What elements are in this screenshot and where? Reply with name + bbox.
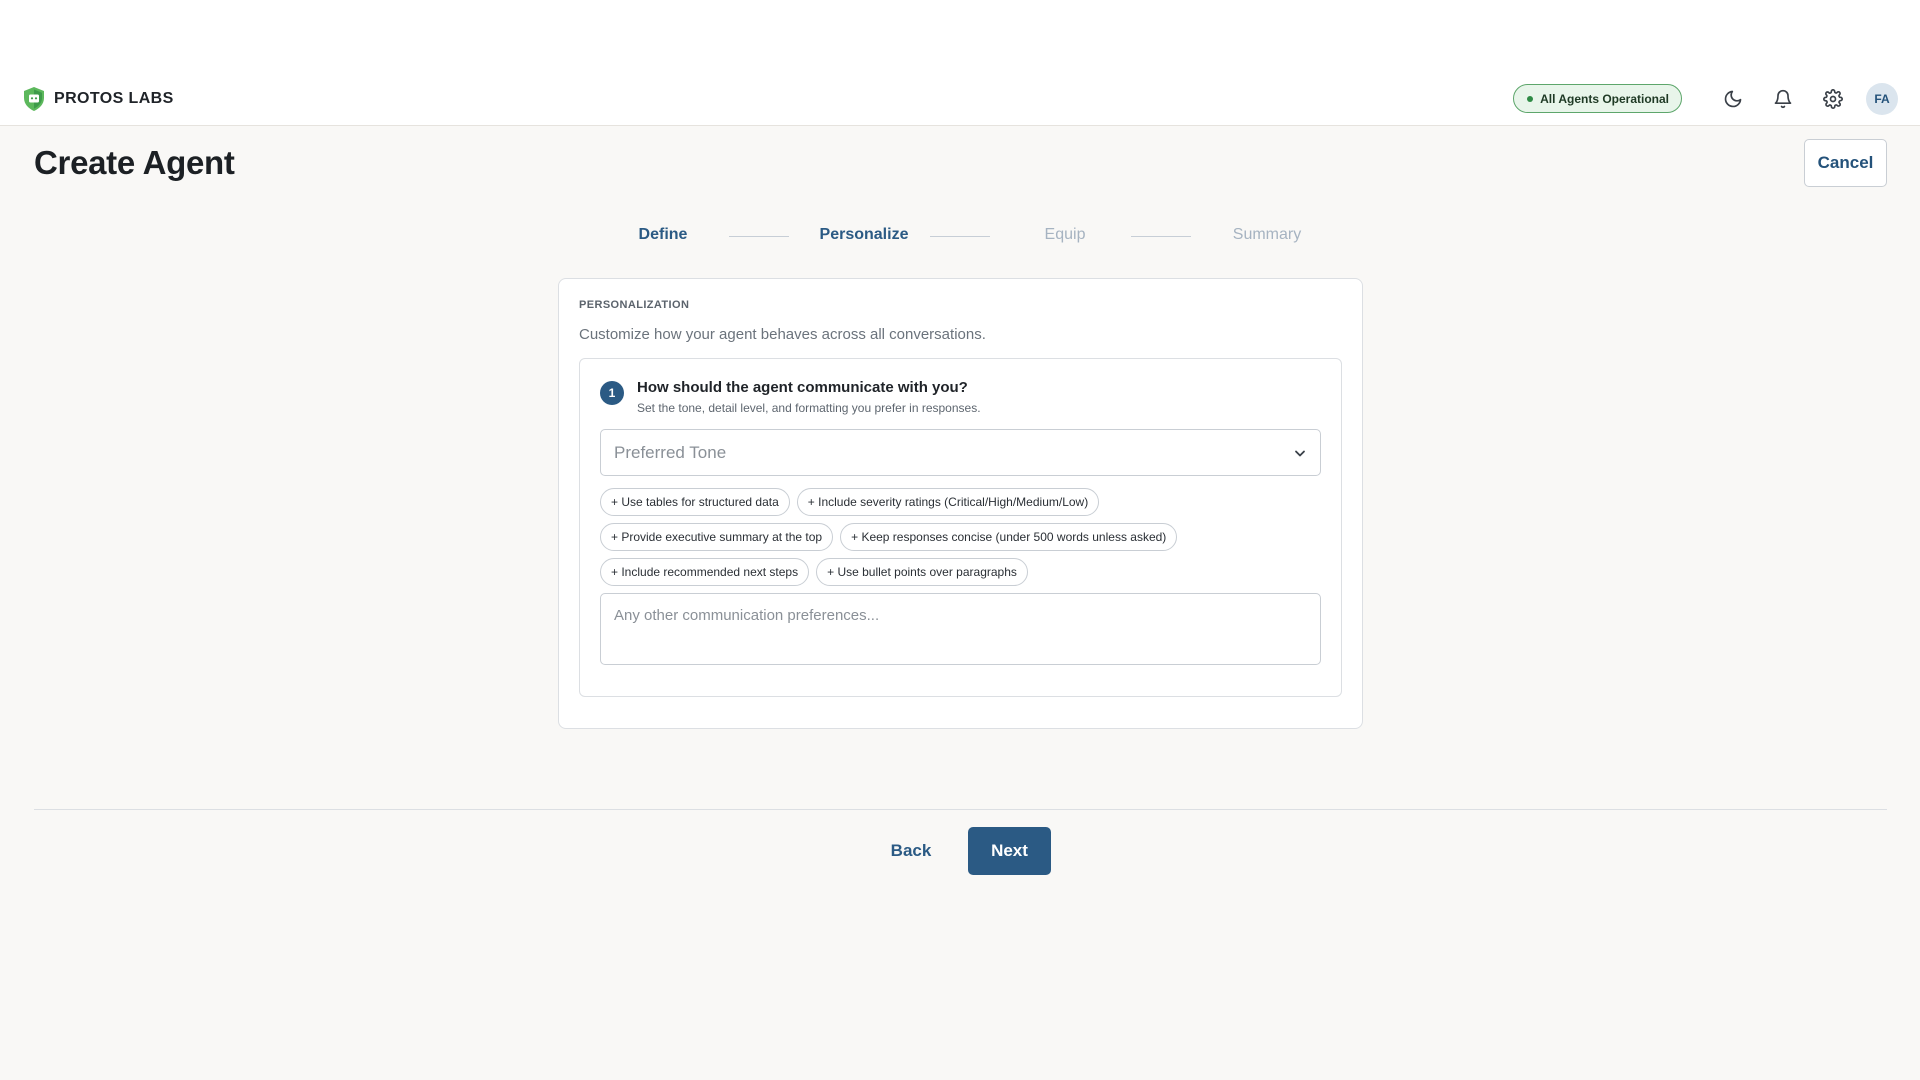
select-placeholder: Preferred Tone [614, 442, 727, 462]
brand[interactable]: PROTOS LABS [22, 86, 174, 112]
step-connector [930, 236, 990, 237]
section-description: Customize how your agent behaves across … [579, 326, 986, 343]
step-summary: Summary [1232, 226, 1302, 243]
top-blank-area [0, 0, 1920, 72]
question-subtitle: Set the tone, detail level, and formatti… [637, 401, 981, 415]
suggestion-chip[interactable]: + Include severity ratings (Critical/Hig… [796, 488, 1100, 516]
footer-divider [34, 809, 1887, 810]
question-title: How should the agent communicate with yo… [637, 379, 968, 396]
step-define[interactable]: Define [639, 226, 688, 244]
app-header: PROTOS LABS All Agents Operational FA [0, 72, 1920, 126]
status-dot-icon [1527, 95, 1534, 102]
settings-button[interactable] [1816, 82, 1850, 116]
brand-name: PROTOS LABS [54, 89, 174, 107]
question-number-badge: 1 [600, 381, 624, 405]
status-label: All Agents Operational [1540, 91, 1669, 106]
suggestion-chip[interactable]: + Provide executive summary at the top [600, 523, 834, 551]
page-title: Create Agent [34, 144, 235, 181]
theme-toggle-button[interactable] [1716, 82, 1750, 116]
chevron-down-icon [1295, 450, 1305, 456]
step-personalize[interactable]: Personalize [820, 226, 909, 244]
step-connector [729, 236, 789, 237]
question-header: 1 How should the agent communicate with … [600, 379, 1321, 415]
moon-icon [1724, 90, 1742, 107]
suggestion-chip[interactable]: + Keep responses concise (under 500 word… [840, 523, 1178, 551]
section-label: PERSONALIZATION [579, 299, 690, 311]
notifications-button[interactable] [1766, 82, 1800, 116]
suggestion-chip-row: + Provide executive summary at the top +… [600, 523, 1321, 551]
back-button[interactable]: Back [880, 827, 942, 875]
header-actions: All Agents Operational FA [1513, 82, 1898, 116]
suggestion-chip-row: + Include recommended next steps + Use b… [600, 558, 1321, 586]
communication-preferences-textarea[interactable]: Any other communication preferences... [600, 593, 1321, 665]
suggestion-chip-row: + Use tables for structured data + Inclu… [600, 488, 1321, 516]
question-block: 1 How should the agent communicate with … [579, 358, 1342, 697]
cancel-button[interactable]: Cancel [1804, 139, 1887, 187]
next-button[interactable]: Next [968, 827, 1051, 875]
suggestion-chip[interactable]: + Use bullet points over paragraphs [816, 558, 1028, 586]
user-avatar[interactable]: FA [1866, 82, 1898, 115]
gear-icon [1823, 88, 1843, 109]
personalization-card: PERSONALIZATION Customize how your agent… [558, 278, 1363, 729]
step-connector [1131, 236, 1191, 237]
shield-logo-icon [24, 86, 44, 111]
wizard-stepper: Define Personalize Equip Summary [0, 226, 1920, 250]
preferred-tone-select[interactable]: Preferred Tone [600, 429, 1321, 476]
suggestion-chip[interactable]: + Include recommended next steps [600, 558, 810, 586]
step-equip: Equip [1044, 226, 1086, 243]
agents-status-badge[interactable]: All Agents Operational [1513, 84, 1682, 113]
bell-icon [1774, 89, 1792, 108]
suggestion-chip[interactable]: + Use tables for structured data [600, 488, 790, 516]
